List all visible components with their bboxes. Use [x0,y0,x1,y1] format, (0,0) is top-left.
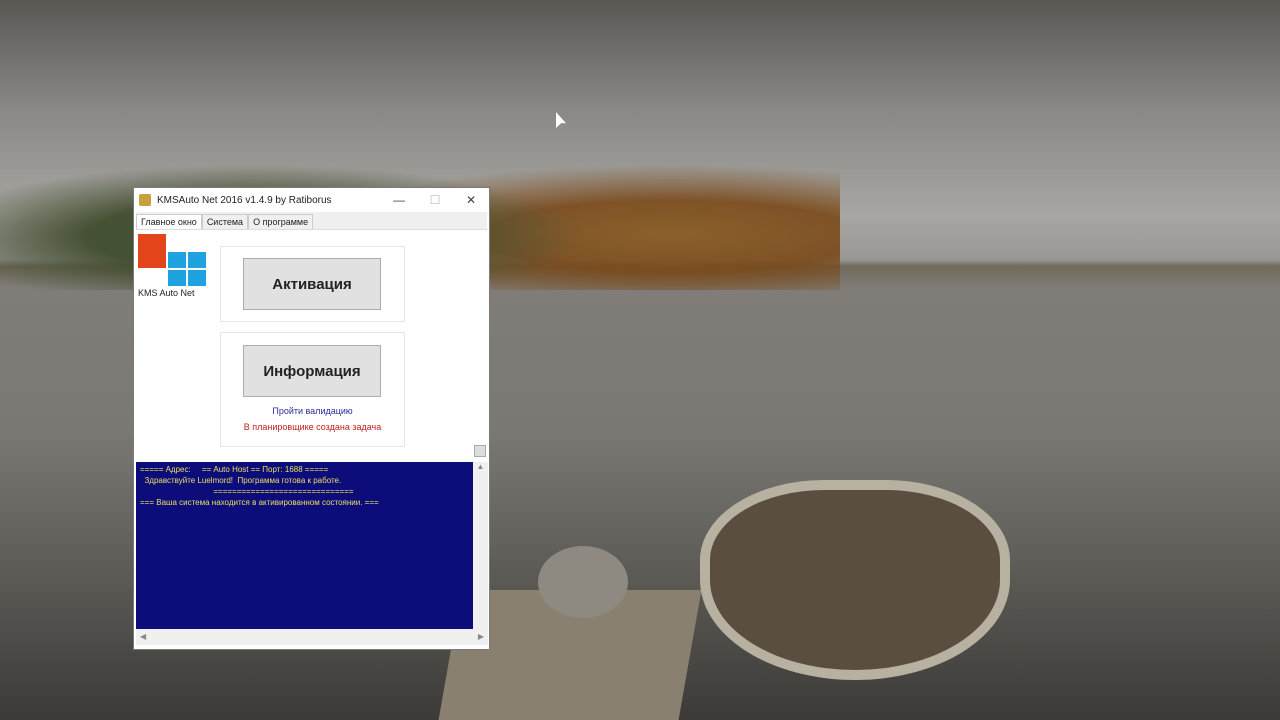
windows-logo-icon [168,252,206,286]
horizontal-scrollbar[interactable]: ◀ ▶ [136,629,488,645]
info-panel: Информация Пройти валидацию В планировщи… [220,332,405,447]
close-button[interactable]: ✕ [453,193,489,207]
kmsauto-window: KMSAuto Net 2016 v1.4.9 by Ratiborus — ☐… [133,187,490,650]
logo-text: KMS Auto Net [138,288,195,298]
kms-logo: KMS Auto Net [138,234,210,298]
window-title: KMSAuto Net 2016 v1.4.9 by Ratiborus [157,194,332,206]
minimize-button[interactable]: — [381,193,417,207]
maximize-button[interactable]: ☐ [417,193,453,207]
tab-system[interactable]: Система [201,214,249,229]
expand-button[interactable] [474,445,486,457]
wallpaper-rock [538,546,628,618]
scheduler-status: В планировщике создана задача [243,422,382,432]
information-button[interactable]: Информация [243,345,381,397]
title-bar[interactable]: KMSAuto Net 2016 v1.4.9 by Ratiborus — ☐… [134,188,489,212]
console-line: Здравствуйте Luelmord! Программа готова … [140,476,342,485]
vertical-scrollbar[interactable]: ▲ [473,462,488,629]
scroll-left-icon[interactable]: ◀ [140,632,146,642]
activation-button[interactable]: Активация [243,258,381,310]
scroll-right-icon[interactable]: ▶ [478,632,484,642]
office-logo-icon [138,234,166,268]
wallpaper-boat [700,480,1010,680]
console-line: === Ваша система находится в активирован… [140,498,379,507]
tab-about[interactable]: О программе [248,214,314,229]
console-line: ===== Адрес: == Auto Host == Порт: 1688 … [140,465,329,474]
tab-main[interactable]: Главное окно [136,214,202,229]
validation-link[interactable]: Пройти валидацию [221,406,404,416]
console-output: ===== Адрес: == Auto Host == Порт: 1688 … [136,462,473,629]
tab-bar: Главное окно Система О программе [136,212,487,230]
app-icon [139,194,151,206]
scroll-up-icon[interactable]: ▲ [477,462,485,471]
activation-panel: Активация [220,246,405,322]
console-line: ============================== [140,487,354,496]
